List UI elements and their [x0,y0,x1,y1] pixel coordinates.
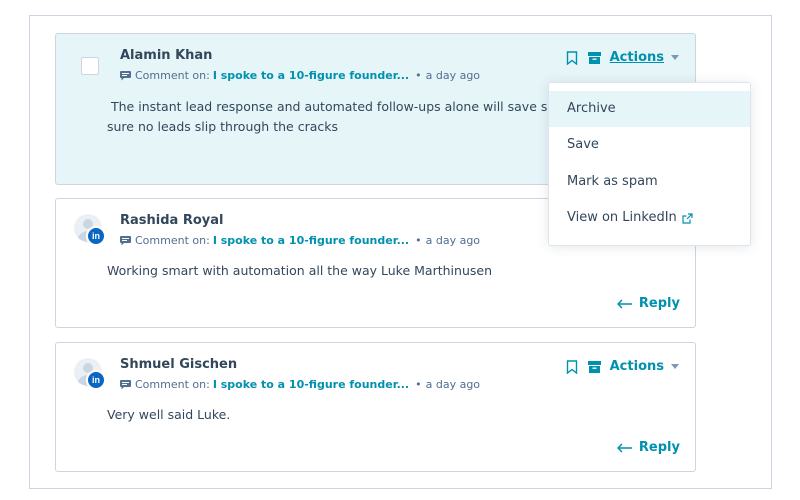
menu-item-label: Save [567,137,599,152]
meta-separator: • [415,69,422,82]
comment-meta: Comment on: I spoke to a 10-figure found… [120,378,480,391]
comment-author[interactable]: Shmuel Gischen [120,357,237,372]
reply-label: Reply [638,440,680,455]
comment-time: a day ago [425,69,481,82]
reply-button[interactable]: Reply [616,440,680,455]
chevron-down-icon[interactable] [671,364,679,369]
comment-author[interactable]: Rashida Royal [120,213,223,228]
meta-separator: • [415,378,422,391]
menu-item-label: Archive [567,101,616,116]
meta-separator: • [415,234,422,247]
actions-dropdown-button[interactable]: Actions [610,359,664,374]
reply-label: Reply [638,296,680,311]
comment-body: sure no leads slip through the cracks [107,117,338,137]
comment-icon [120,70,131,80]
menu-item-label: View on LinkedIn [567,210,677,225]
comment-body: Working smart with automation all the wa… [107,263,492,278]
comment-on-prefix: Comment on: [135,234,210,247]
comment-actions-row: Actions [566,50,679,65]
comment-meta: Comment on: I spoke to a 10-figure found… [120,69,480,82]
reply-button[interactable]: Reply [616,296,680,311]
comment-actions-row: Actions [566,359,679,374]
post-title-link[interactable]: I spoke to a 10-figure founder... [213,234,409,247]
comment-on-prefix: Comment on: [135,378,210,391]
comment-select-checkbox[interactable] [81,57,99,75]
bookmark-icon[interactable] [566,50,578,65]
linkedin-icon: in [86,226,106,246]
comment-time: a day ago [425,234,481,247]
external-link-icon [682,212,693,224]
comment-on-prefix: Comment on: [135,69,210,82]
menu-item-label: Mark as spam [567,174,658,189]
linkedin-icon: in [86,370,106,390]
archive-icon[interactable] [587,51,601,64]
comment-body-line: The instant lead response and automated … [111,99,572,114]
archive-icon[interactable] [587,360,601,373]
comment-time: a day ago [425,378,481,391]
comment-body: Very well said Luke. [107,407,231,422]
comment-author[interactable]: Alamin Khan [120,48,212,63]
menu-item-mark-as-spam[interactable]: Mark as spam [549,164,750,200]
post-title-link[interactable]: I spoke to a 10-figure founder... [213,69,409,82]
comment-icon [120,379,131,389]
menu-item-view-on-linkedin[interactable]: View on LinkedIn [549,200,750,236]
menu-item-save[interactable]: Save [549,127,750,163]
comment-body-line: sure no leads slip through the cracks [107,119,338,134]
comment-icon [120,235,131,245]
avatar: in [74,214,106,246]
bookmark-icon[interactable] [566,359,578,374]
avatar: in [74,358,106,390]
comment-body: The instant lead response and automated … [111,97,571,117]
chevron-down-icon[interactable] [671,55,679,60]
comment-card-3: in Shmuel Gischen Comment on: I spoke to… [55,342,696,472]
reply-arrow-icon [616,298,632,309]
reply-arrow-icon [616,442,632,453]
comment-meta: Comment on: I spoke to a 10-figure found… [120,234,480,247]
post-title-link[interactable]: I spoke to a 10-figure founder... [213,378,409,391]
menu-item-archive[interactable]: Archive [549,91,750,127]
actions-dropdown-menu: Archive Save Mark as spam View on Linked… [548,82,751,246]
actions-dropdown-button[interactable]: Actions [610,50,664,65]
